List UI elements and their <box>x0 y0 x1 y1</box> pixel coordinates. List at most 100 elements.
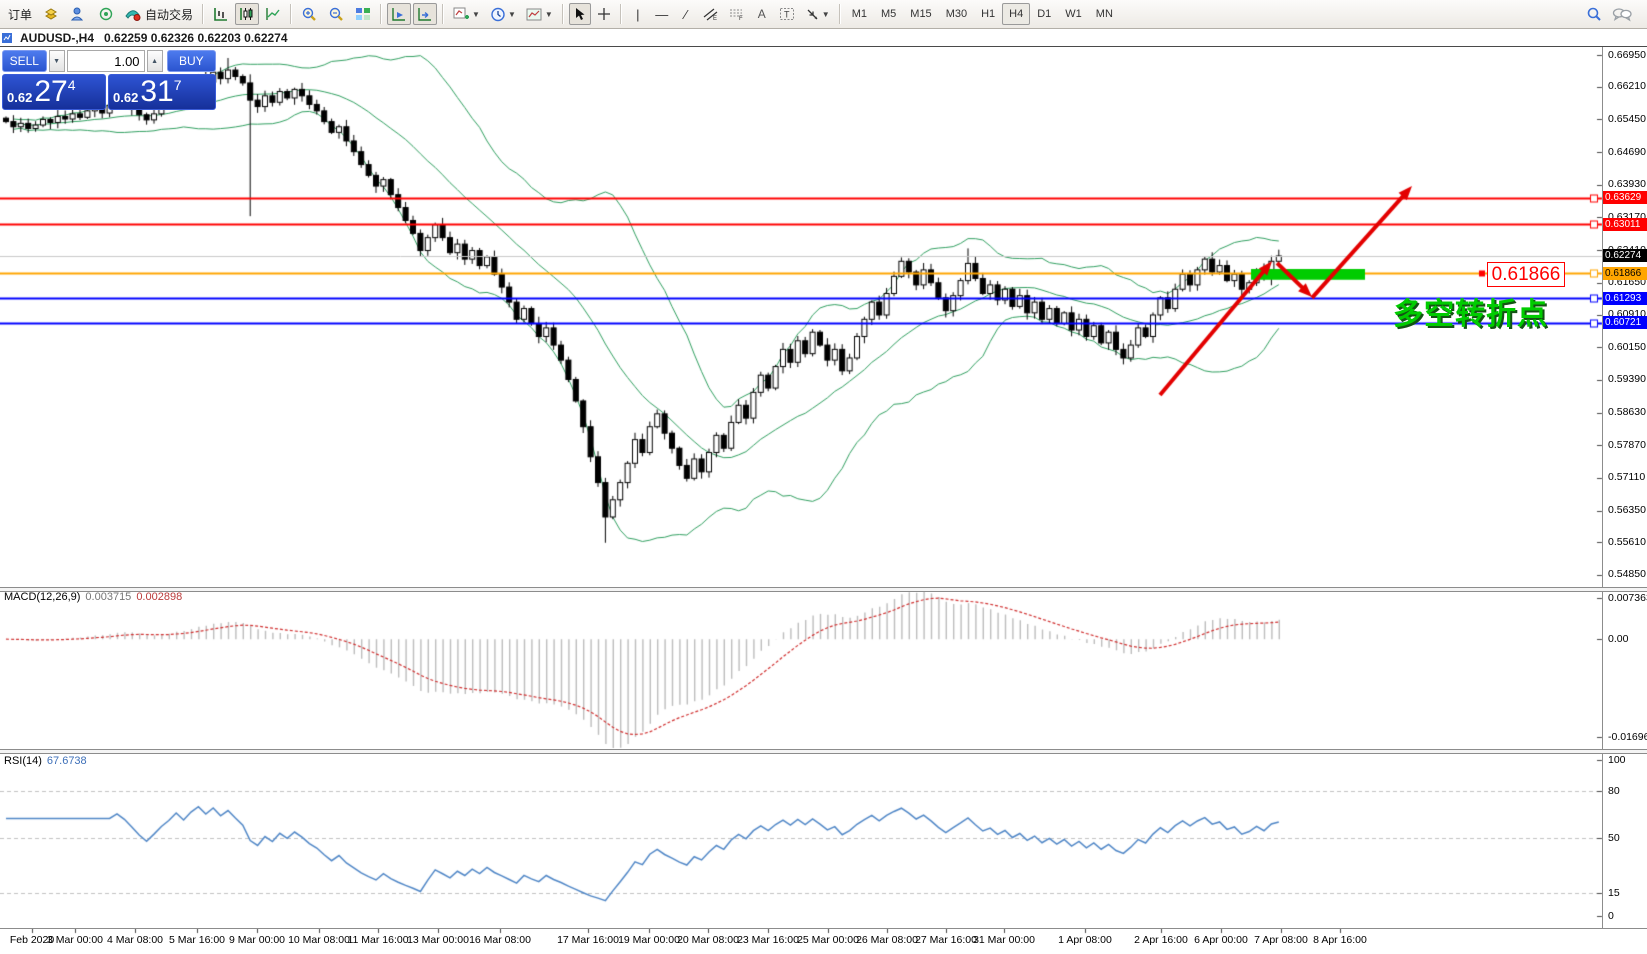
buy-price-display[interactable]: 0.62 31 7 <box>108 74 216 110</box>
rsi-tick-label: 50 <box>1608 832 1620 844</box>
price-tag: 0.63011 <box>1603 218 1647 231</box>
main-chart-canvas[interactable] <box>0 0 1647 954</box>
toolbar-right-group <box>1581 3 1637 25</box>
volume-increase-button[interactable]: ▲ <box>147 50 163 72</box>
chart-caption: AUDUSD-,H4 0.62259 0.62326 0.62203 0.622… <box>0 29 1647 47</box>
new-order-label: 订单 <box>8 6 32 23</box>
candlestick-chart-button[interactable] <box>235 3 259 25</box>
chat-button[interactable] <box>1608 3 1636 25</box>
periods-button[interactable]: ▼ <box>486 3 520 25</box>
price-tick-label: 0.64690 <box>1608 146 1646 158</box>
price-tag: 0.63629 <box>1603 191 1647 204</box>
rsi-value: 67.6738 <box>47 755 87 767</box>
timeframe-button-H1[interactable]: H1 <box>974 3 1002 25</box>
pane-separator-macd[interactable] <box>0 587 1647 592</box>
sell-button[interactable]: SELL <box>2 50 47 72</box>
timeframe-group: M1M5M15M30H1H4D1W1MN <box>845 3 1120 25</box>
tile-windows-button[interactable] <box>351 3 375 25</box>
crosshair-button[interactable] <box>593 3 615 25</box>
new-order-button[interactable]: 订单 <box>1 3 36 25</box>
line-chart-button[interactable] <box>261 3 285 25</box>
price-tick-label: 0.66950 <box>1608 49 1646 61</box>
time-axis-label: 13 Mar 00:00 <box>407 934 469 946</box>
pane-separator-rsi[interactable] <box>0 749 1647 754</box>
text-button[interactable]: A <box>751 3 773 25</box>
svg-text:E: E <box>713 16 717 21</box>
auto-trading-icon <box>124 7 142 21</box>
volume-input[interactable]: 1.00 <box>67 50 145 72</box>
price-tag: 0.61866 <box>1603 267 1647 280</box>
arrows-tool-icon <box>805 7 820 21</box>
price-tag: 0.60721 <box>1603 316 1647 329</box>
timeframe-button-H4[interactable]: H4 <box>1002 3 1030 25</box>
text-label-button[interactable]: T <box>775 3 799 25</box>
zoom-out-button[interactable] <box>324 3 349 25</box>
macd-tick-label: 0.007363 <box>1608 592 1647 604</box>
price-tag: 0.62274 <box>1603 249 1647 262</box>
time-axis-label: 26 Mar 08:00 <box>856 934 918 946</box>
time-axis-label: 9 Mar 00:00 <box>229 934 285 946</box>
fibonacci-button[interactable]: F <box>725 3 749 25</box>
template-chart-icon <box>526 7 543 22</box>
auto-trading-button[interactable]: 自动交易 <box>120 3 197 25</box>
time-axis-label: 27 Mar 16:00 <box>915 934 977 946</box>
trendline-button[interactable]: ∕ <box>675 3 697 25</box>
buy-button[interactable]: BUY <box>167 50 216 72</box>
one-click-trading-panel: SELL ▼ 1.00 ▲ BUY 0.62 27 4 0.62 31 7 <box>2 50 216 110</box>
bar-chart-button[interactable] <box>209 3 233 25</box>
vertical-line-button[interactable]: | <box>627 3 649 25</box>
macd-tick-label: -0.01696 <box>1608 731 1647 743</box>
search-icon <box>1586 7 1602 22</box>
arrows-button[interactable]: ▼ <box>801 3 834 25</box>
price-level-text-object[interactable]: 0.61866 <box>1487 262 1565 287</box>
timeframe-button-M15[interactable]: M15 <box>903 3 938 25</box>
crosshair-icon <box>597 7 611 21</box>
turning-point-text-object[interactable]: 多空转折点 <box>1393 289 1548 333</box>
timeframe-button-MN[interactable]: MN <box>1089 3 1120 25</box>
person-cloud-icon <box>70 7 88 21</box>
rsi-name: RSI(14) <box>4 755 42 767</box>
macd-name: MACD(12,26,9) <box>4 591 80 603</box>
indicators-button[interactable]: ▼ <box>449 3 484 25</box>
chat-bubbles-icon <box>1612 7 1632 22</box>
search-button[interactable] <box>1582 3 1606 25</box>
price-tick-label: 0.54850 <box>1608 568 1646 580</box>
channel-button[interactable]: E <box>699 3 723 25</box>
templates-button[interactable]: ▼ <box>522 3 557 25</box>
rsi-tick-label: 80 <box>1608 785 1620 797</box>
data-window-button[interactable] <box>66 3 92 25</box>
auto-scroll-icon <box>391 7 407 21</box>
timeframe-button-M30[interactable]: M30 <box>939 3 974 25</box>
zoom-in-button[interactable] <box>297 3 322 25</box>
time-axis-label: 20 Mar 08:00 <box>677 934 739 946</box>
horizontal-line-button[interactable]: — <box>651 3 673 25</box>
timeframe-button-W1[interactable]: W1 <box>1058 3 1089 25</box>
auto-scroll-button[interactable] <box>387 3 411 25</box>
price-tick-label: 0.57870 <box>1608 439 1646 451</box>
volume-decrease-button[interactable]: ▼ <box>49 50 65 72</box>
time-axis-label: 23 Mar 16:00 <box>737 934 799 946</box>
cursor-button[interactable] <box>569 3 591 25</box>
timeframe-button-M5[interactable]: M5 <box>874 3 903 25</box>
zoom-in-icon <box>301 7 318 22</box>
main-toolbar: 订单 自动交易 <box>0 0 1647 29</box>
time-axis-label: 8 Apr 16:00 <box>1313 934 1367 946</box>
horizontal-line-icon: — <box>655 7 668 22</box>
text-label-icon: T <box>779 7 795 21</box>
chevron-down-icon: ▼ <box>472 10 480 19</box>
price-tick-label: 0.56350 <box>1608 504 1646 516</box>
timeframe-button-M1[interactable]: M1 <box>845 3 874 25</box>
timeframe-button-D1[interactable]: D1 <box>1030 3 1058 25</box>
toolbar-separator <box>839 4 841 24</box>
signals-button[interactable] <box>94 3 118 25</box>
sell-price-display[interactable]: 0.62 27 4 <box>2 74 106 110</box>
line-chart-icon <box>265 7 281 21</box>
time-axis-label: 7 Apr 08:00 <box>1254 934 1308 946</box>
market-watch-button[interactable] <box>38 3 64 25</box>
chart-shift-button[interactable] <box>413 3 437 25</box>
trendline-icon: ∕ <box>685 7 687 22</box>
sell-price-prefix: 0.62 <box>7 90 32 105</box>
time-axis-label: 17 Mar 16:00 <box>557 934 619 946</box>
price-tick-label: 0.63930 <box>1608 178 1646 190</box>
rsi-label: RSI(14) 67.6738 <box>4 755 87 767</box>
